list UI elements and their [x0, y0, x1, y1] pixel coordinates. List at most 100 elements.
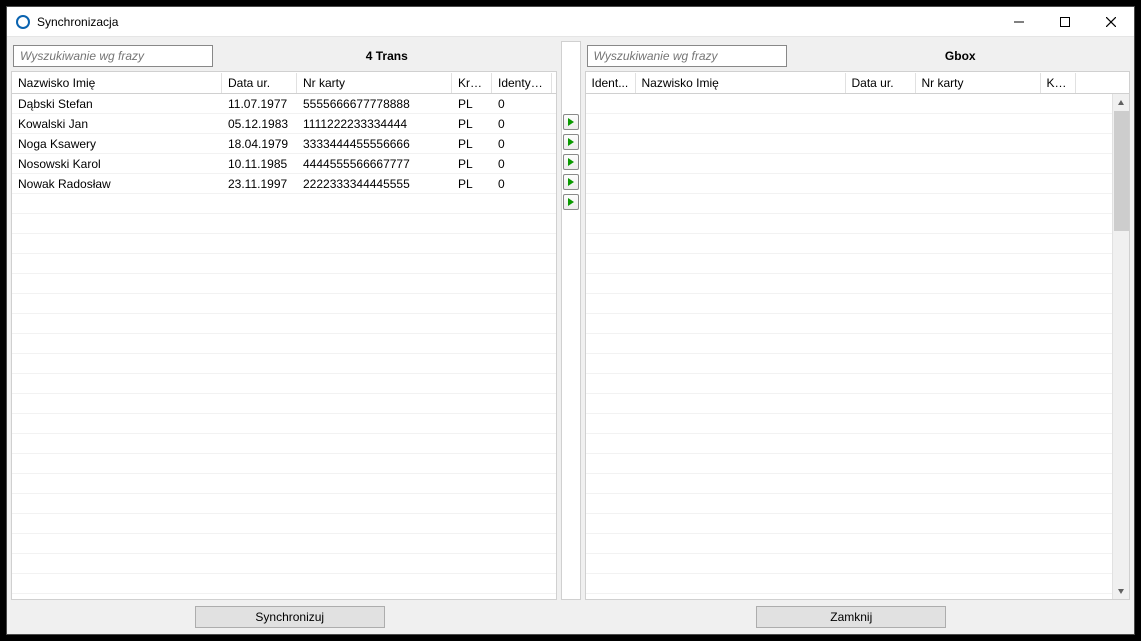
- transfer-right-button[interactable]: [563, 134, 579, 150]
- right-col-ident[interactable]: Ident...: [586, 73, 636, 93]
- table-cell: [636, 542, 846, 546]
- right-col-country[interactable]: Kraj...: [1041, 73, 1076, 93]
- left-col-name[interactable]: Nazwisko Imię: [12, 73, 222, 93]
- close-action-button[interactable]: Zamknij: [756, 606, 946, 628]
- table-cell: [586, 542, 636, 546]
- right-col-name[interactable]: Nazwisko Imię: [636, 73, 846, 93]
- table-cell: [636, 322, 846, 326]
- table-cell: [1041, 502, 1076, 506]
- table-row: [12, 534, 556, 554]
- table-cell: [846, 362, 916, 366]
- table-cell: [452, 402, 492, 406]
- left-col-country[interactable]: Kraj...: [452, 73, 492, 93]
- table-cell: [636, 282, 846, 286]
- table-cell: [222, 202, 297, 206]
- right-scrollbar[interactable]: [1112, 94, 1129, 599]
- table-cell: PL: [452, 135, 492, 153]
- left-grid-body: Dąbski Stefan11.07.19775555666677778888P…: [12, 94, 556, 599]
- table-cell: [916, 542, 1041, 546]
- table-row[interactable]: Nosowski Karol10.11.19854444555566667777…: [12, 154, 556, 174]
- table-row[interactable]: Nowak Radosław23.11.19972222333344445555…: [12, 174, 556, 194]
- transfer-right-button[interactable]: [563, 174, 579, 190]
- table-row: [586, 574, 1130, 594]
- minimize-button[interactable]: [996, 7, 1042, 37]
- table-cell: [452, 222, 492, 226]
- table-cell: 23.11.1997: [222, 175, 297, 193]
- table-row: [586, 434, 1130, 454]
- left-col-card[interactable]: Nr karty: [297, 73, 452, 93]
- scroll-track[interactable]: [1113, 231, 1129, 582]
- table-cell: [916, 182, 1041, 186]
- table-cell: [916, 502, 1041, 506]
- table-cell: [916, 222, 1041, 226]
- scroll-down-icon[interactable]: [1113, 582, 1129, 599]
- table-cell: [297, 482, 452, 486]
- maximize-button[interactable]: [1042, 7, 1088, 37]
- table-cell: 0: [492, 135, 552, 153]
- table-row[interactable]: Dąbski Stefan11.07.19775555666677778888P…: [12, 94, 556, 114]
- table-cell: [452, 202, 492, 206]
- table-cell: [452, 342, 492, 346]
- table-cell: [916, 122, 1041, 126]
- table-cell: 10.11.1985: [222, 155, 297, 173]
- table-cell: [846, 542, 916, 546]
- table-cell: [586, 422, 636, 426]
- scroll-up-icon[interactable]: [1113, 94, 1129, 111]
- table-cell: [452, 542, 492, 546]
- transfer-right-button[interactable]: [563, 114, 579, 130]
- table-cell: [1041, 142, 1076, 146]
- table-cell: [452, 362, 492, 366]
- table-row: [12, 374, 556, 394]
- left-col-dob[interactable]: Data ur.: [222, 73, 297, 93]
- close-button[interactable]: [1088, 7, 1134, 37]
- table-cell: Noga Ksawery: [12, 135, 222, 153]
- table-cell: [636, 402, 846, 406]
- table-cell: [586, 462, 636, 466]
- table-cell: [846, 322, 916, 326]
- table-cell: [636, 102, 846, 106]
- table-row: [586, 354, 1130, 374]
- table-cell: [492, 402, 552, 406]
- table-cell: [586, 162, 636, 166]
- table-row: [586, 394, 1130, 414]
- right-col-card[interactable]: Nr karty: [916, 73, 1041, 93]
- table-row[interactable]: Noga Ksawery18.04.19793333444455556666PL…: [12, 134, 556, 154]
- table-row: [12, 334, 556, 354]
- table-cell: Nowak Radosław: [12, 175, 222, 193]
- table-cell: [916, 262, 1041, 266]
- table-cell: [1041, 422, 1076, 426]
- table-cell: [846, 182, 916, 186]
- table-cell: [222, 442, 297, 446]
- left-search-input[interactable]: [13, 45, 213, 67]
- table-cell: [1041, 402, 1076, 406]
- table-cell: [12, 382, 222, 386]
- table-row: [586, 494, 1130, 514]
- content-area: 4 Trans Nazwisko Imię Data ur. Nr karty …: [7, 37, 1134, 634]
- table-cell: [846, 142, 916, 146]
- table-cell: [452, 322, 492, 326]
- table-cell: [452, 382, 492, 386]
- table-cell: [12, 482, 222, 486]
- table-row[interactable]: Kowalski Jan05.12.19831111222233334444PL…: [12, 114, 556, 134]
- table-cell: [492, 522, 552, 526]
- transfer-right-button[interactable]: [563, 154, 579, 170]
- table-cell: [297, 322, 452, 326]
- synchronize-button[interactable]: Synchronizuj: [195, 606, 385, 628]
- scroll-thumb[interactable]: [1114, 111, 1129, 231]
- table-cell: Nosowski Karol: [12, 155, 222, 173]
- transfer-right-button[interactable]: [563, 194, 579, 210]
- right-search-input[interactable]: [587, 45, 787, 67]
- left-col-ident[interactable]: Identyfi...: [492, 73, 552, 93]
- table-cell: [452, 562, 492, 566]
- right-col-dob[interactable]: Data ur.: [846, 73, 916, 93]
- table-cell: [12, 202, 222, 206]
- table-cell: [452, 422, 492, 426]
- table-cell: [636, 382, 846, 386]
- table-cell: [1041, 442, 1076, 446]
- table-row: [12, 214, 556, 234]
- table-cell: [636, 242, 846, 246]
- table-cell: [297, 202, 452, 206]
- table-cell: [492, 282, 552, 286]
- table-row: [586, 554, 1130, 574]
- table-row: [12, 514, 556, 534]
